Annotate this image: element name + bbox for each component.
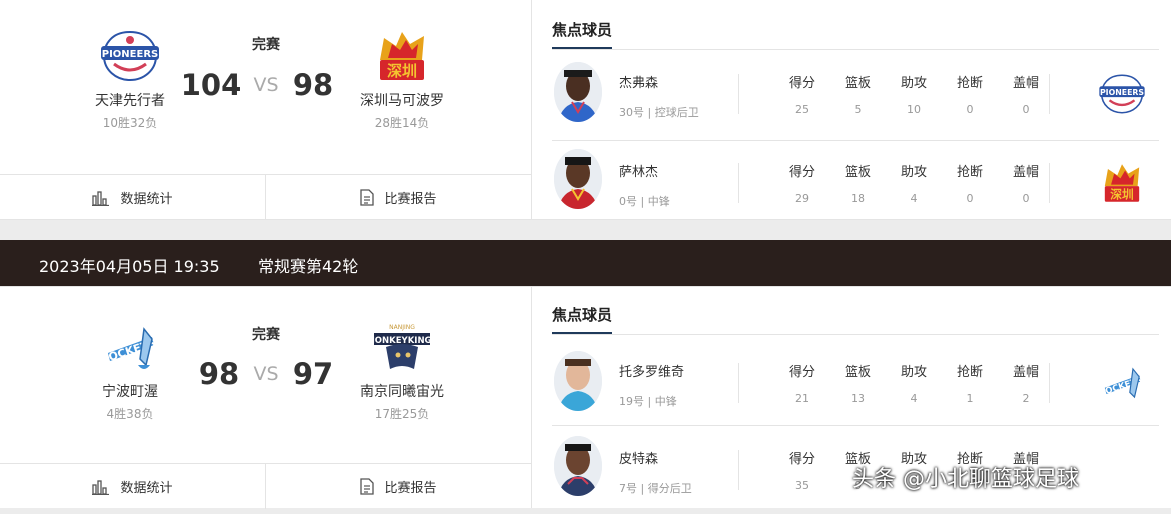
away-team-record: 17胜25负 [374, 407, 430, 421]
player-name: 托多罗维奇 [619, 365, 685, 380]
game-card-1: PIONEERS 天津先行者 10胜32负 完赛 104 VS 98 深圳 深圳… [0, 0, 1171, 220]
stat-assists: 助攻 4 [900, 365, 927, 405]
bar-chart-icon [92, 479, 110, 495]
report-button[interactable]: 比赛报告 [266, 175, 531, 220]
pioneers-logo-icon: PIONEERS [1099, 74, 1145, 114]
focus-players-title: 焦点球员 [552, 19, 613, 49]
player-name: 杰弗森 [619, 76, 659, 91]
stat-assists: 助攻 4 [900, 165, 927, 205]
pioneers-logo-icon: PIONEERS [101, 30, 159, 82]
svg-text:深圳: 深圳 [387, 62, 417, 80]
game-status: 完赛 [252, 37, 280, 53]
stats-button-label: 数据统计 [120, 192, 173, 207]
game-status: 完赛 [252, 327, 280, 343]
away-team-name: 南京同曦宙光 [360, 384, 444, 400]
away-team-record: 28胜14负 [374, 116, 430, 130]
home-team-record: 10胜32负 [102, 116, 158, 130]
bar-chart-icon [92, 190, 110, 206]
stat-steals: 抢断 0 [956, 165, 983, 205]
report-button-label: 比赛报告 [384, 481, 437, 496]
game-actions: 数据统计 比赛报告 [0, 463, 531, 509]
player-row[interactable]: 萨林杰 0号 | 中锋 得分 29 篮板 18 助攻 4 抢断 0 盖帽 0 深圳 [552, 141, 1159, 229]
home-score: 98 [198, 357, 240, 391]
game-summary: ROCKETS 宁波町渥 4胜38负 完赛 98 VS 97 NANJING M… [0, 287, 532, 509]
player-avatar [554, 351, 602, 411]
report-button[interactable]: 比赛报告 [266, 464, 531, 509]
round-banner: 2023年04月05日 19:35 常规赛第42轮 [0, 240, 1171, 286]
player-info: 0号 | 中锋 [619, 195, 670, 208]
game-summary: PIONEERS 天津先行者 10胜32负 完赛 104 VS 98 深圳 深圳… [0, 0, 532, 220]
report-button-label: 比赛报告 [384, 192, 437, 207]
watermark-text: 头条 @小北聊篮球足球 [852, 467, 1079, 492]
home-score: 104 [180, 68, 242, 102]
stat-points: 得分 35 [788, 452, 815, 492]
svg-text:NANJING: NANJING [389, 324, 415, 331]
stat-rebounds: 篮板 18 [844, 165, 871, 205]
stat-steals: 抢断 1 [956, 365, 983, 405]
player-row[interactable]: 杰弗森 30号 | 控球后卫 得分 25 篮板 5 助攻 10 抢断 0 盖帽 0 PIO… [552, 52, 1159, 141]
player-avatar [554, 436, 602, 496]
shenzhen-logo-icon: 深圳 [1104, 164, 1140, 202]
stats-button-label: 数据统计 [120, 481, 173, 496]
away-team-name: 深圳马可波罗 [360, 93, 444, 109]
document-icon [360, 189, 375, 206]
monkeykings-logo-icon: NANJING MONKEYKINGS [366, 324, 438, 369]
player-info: 7号 | 得分后卫 [619, 482, 692, 495]
game-round: 常规赛第42轮 [258, 257, 359, 276]
stat-blocks: 盖帽 2 [1012, 365, 1039, 405]
stat-points: 得分 29 [788, 165, 815, 205]
shenzhen-logo-icon: 深圳 [380, 32, 424, 80]
game-datetime: 2023年04月05日 19:35 [39, 257, 220, 276]
document-icon [360, 478, 375, 495]
home-team[interactable]: ROCKETS 宁波町渥 4胜38负 [60, 321, 200, 422]
svg-text:PIONEERS: PIONEERS [102, 49, 158, 60]
player-avatar [554, 62, 602, 122]
player-name: 萨林杰 [619, 165, 659, 180]
home-team-name: 宁波町渥 [102, 384, 158, 400]
away-team[interactable]: 深圳 深圳马可波罗 28胜14负 [332, 30, 472, 131]
focus-players-title: 焦点球员 [552, 304, 613, 334]
stat-blocks: 盖帽 0 [1012, 76, 1039, 116]
away-team[interactable]: NANJING MONKEYKINGS 南京同曦宙光 17胜25负 [332, 321, 472, 422]
stat-blocks: 盖帽 0 [1012, 165, 1039, 205]
player-row[interactable]: 托多罗维奇 19号 | 中锋 得分 21 篮板 13 助攻 4 抢断 1 盖帽 2 ROC… [552, 337, 1159, 426]
rockets-logo-icon: ROCKETS [99, 327, 158, 369]
stats-button[interactable]: 数据统计 [0, 175, 266, 220]
stat-points: 得分 25 [788, 76, 815, 116]
stat-points: 得分 21 [788, 365, 815, 405]
stats-button[interactable]: 数据统计 [0, 464, 266, 509]
stat-steals: 抢断 0 [956, 76, 983, 116]
svg-text:PIONEERS: PIONEERS [1100, 88, 1144, 97]
player-info: 30号 | 控球后卫 [619, 106, 699, 119]
game-actions: 数据统计 比赛报告 [0, 174, 531, 220]
svg-text:深圳: 深圳 [1110, 188, 1133, 202]
stat-rebounds: 篮板 5 [844, 76, 871, 116]
player-info: 19号 | 中锋 [619, 395, 677, 408]
focus-players-panel: 焦点球员 杰弗森 30号 | 控球后卫 得分 25 篮板 5 助攻 10 抢断 0 盖帽… [532, 0, 1171, 219]
stat-rebounds: 篮板 13 [844, 365, 871, 405]
rockets-logo-icon: ROCKETS [1098, 367, 1144, 399]
home-team-record: 4胜38负 [106, 407, 154, 421]
stat-assists: 助攻 10 [900, 76, 927, 116]
player-name: 皮特森 [619, 452, 659, 467]
player-avatar [554, 149, 602, 209]
